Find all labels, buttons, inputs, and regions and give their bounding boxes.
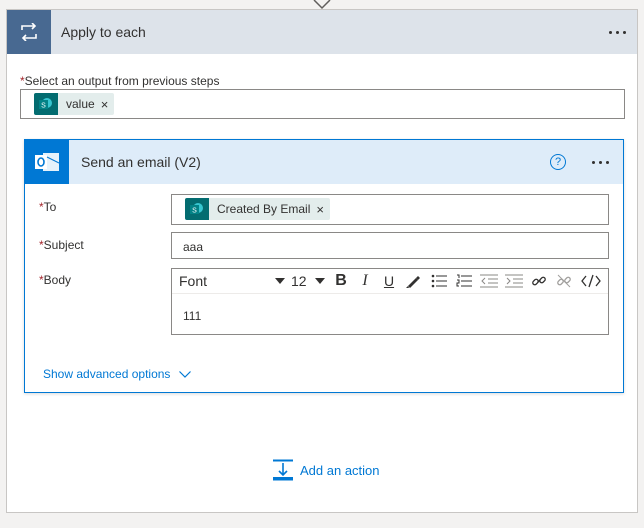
font-size-select[interactable]: 12 [291, 272, 325, 290]
link-icon[interactable] [530, 272, 548, 290]
rich-text-toolbar: Font 12 B I U [172, 269, 608, 294]
body-value: 111 [183, 309, 202, 323]
action-header[interactable]: Send an email (V2) ? [25, 140, 623, 184]
svg-text:S: S [192, 208, 197, 215]
bulleted-list-icon[interactable] [430, 272, 448, 290]
body-editor[interactable]: Font 12 B I U 111 [171, 268, 609, 335]
decrease-indent-icon[interactable] [480, 272, 498, 290]
action-more-icon[interactable] [586, 152, 614, 172]
unlink-icon[interactable] [555, 272, 573, 290]
remove-token-icon[interactable]: × [101, 97, 115, 112]
sharepoint-icon: S [34, 93, 58, 115]
action-title: Send an email (V2) [81, 154, 201, 170]
created-by-email-token: S Created By Email × [185, 198, 330, 220]
numbered-list-icon[interactable] [455, 272, 473, 290]
font-family-select[interactable]: Font [179, 272, 285, 290]
loop-icon [7, 10, 51, 54]
italic-button[interactable]: I [356, 272, 374, 290]
output-input[interactable]: S value × [20, 89, 625, 119]
add-action-button[interactable]: Add an action [272, 459, 380, 481]
loop-more-icon[interactable] [603, 22, 631, 42]
body-label: *Body [39, 273, 72, 287]
highlight-icon[interactable] [404, 272, 422, 290]
svg-text:S: S [41, 103, 46, 110]
chevron-down-icon [275, 278, 285, 284]
code-view-icon[interactable] [580, 272, 602, 290]
to-input[interactable]: S Created By Email × [171, 194, 609, 225]
loop-header[interactable]: Apply to each [7, 10, 637, 54]
loop-title: Apply to each [61, 24, 146, 40]
output-label: *Select an output from previous steps [20, 74, 220, 88]
remove-token-icon[interactable]: × [316, 202, 330, 217]
chevron-down-icon [315, 278, 325, 284]
subject-value: aaa [183, 240, 204, 254]
underline-button[interactable]: U [380, 272, 398, 290]
outlook-icon [25, 140, 69, 184]
apply-to-each-card: Apply to each *Select an output from pre… [6, 9, 638, 513]
send-email-card: Send an email (V2) ? *To S Created By Em… [24, 139, 624, 393]
increase-indent-icon[interactable] [505, 272, 523, 290]
to-label: *To [39, 200, 57, 214]
subject-label: *Subject [39, 238, 84, 252]
sharepoint-icon: S [185, 198, 209, 220]
value-token: S value × [34, 93, 115, 115]
show-advanced-options-link[interactable]: Show advanced options [43, 367, 192, 381]
subject-input[interactable]: aaa [171, 232, 609, 259]
chevron-down-icon [179, 370, 192, 378]
help-icon[interactable]: ? [550, 154, 566, 170]
add-action-icon [273, 459, 293, 481]
bold-button[interactable]: B [332, 272, 350, 290]
